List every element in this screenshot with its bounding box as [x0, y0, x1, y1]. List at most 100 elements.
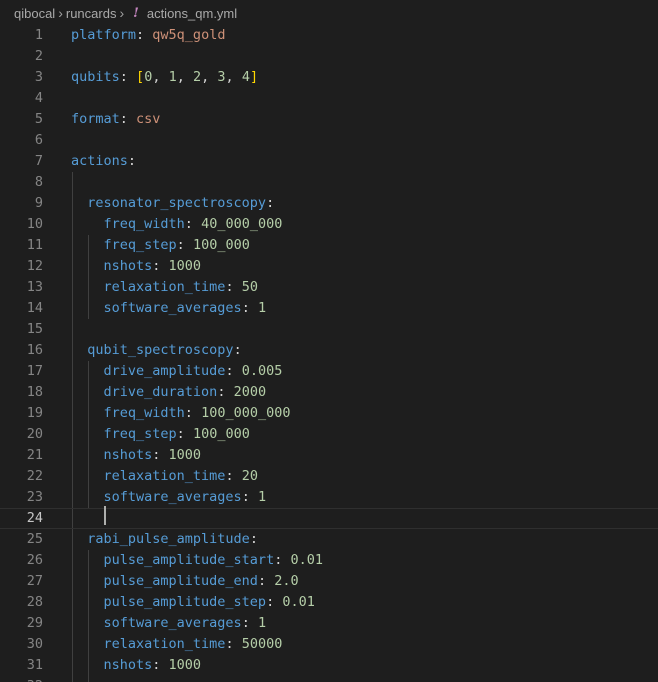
line-number: 10 [26, 216, 43, 232]
code-line[interactable]: 29 software_averages: 1 [0, 613, 658, 634]
code-token: : [225, 363, 242, 379]
code-token: 1 [257, 300, 267, 316]
code-line[interactable]: 6 [0, 130, 658, 151]
code-text: software_averages: 1 [71, 487, 267, 508]
code-token: : [176, 237, 193, 253]
line-number: 3 [34, 69, 43, 85]
code-token: : [127, 153, 137, 169]
line-number: 16 [26, 342, 43, 358]
code-token: freq_step [71, 237, 177, 253]
code-line[interactable]: 25 rabi_pulse_amplitude: [0, 529, 658, 550]
code-text: freq_step: 100_000 [71, 424, 250, 445]
code-token: 0.01 [282, 594, 315, 610]
code-line[interactable]: 12 nshots: 1000 [0, 256, 658, 277]
breadcrumb-item-runcards[interactable]: runcards [66, 6, 117, 21]
code-line[interactable]: 11 freq_step: 100_000 [0, 235, 658, 256]
code-token: : [266, 594, 283, 610]
code-token: relaxation_time [71, 279, 226, 295]
code-token: : [176, 426, 193, 442]
code-token: pulse_amplitude_end [71, 573, 258, 589]
breadcrumb-item-file[interactable]: actions_qm.yml [147, 6, 237, 21]
line-number: 18 [26, 384, 43, 400]
code-token: nshots [71, 447, 153, 463]
code-token: : [225, 636, 242, 652]
code-token: : [241, 300, 258, 316]
code-line[interactable]: 31 nshots: 1000 [0, 655, 658, 676]
line-number: 7 [34, 153, 43, 169]
code-line[interactable]: 17 drive_amplitude: 0.005 [0, 361, 658, 382]
code-text: freq_width: 100_000_000 [71, 403, 291, 424]
code-line[interactable]: 14 software_averages: 1 [0, 298, 658, 319]
code-token: nshots [71, 657, 153, 673]
line-number: 24 [26, 510, 43, 526]
line-number: 1 [34, 27, 43, 43]
code-line[interactable]: 4 [0, 88, 658, 109]
code-token: : [217, 384, 234, 400]
code-line[interactable]: 26 pulse_amplitude_start: 0.01 [0, 550, 658, 571]
code-line[interactable]: 21 nshots: 1000 [0, 445, 658, 466]
code-token: 1 [257, 615, 267, 631]
code-line[interactable]: 19 freq_width: 100_000_000 [0, 403, 658, 424]
code-token: : [274, 552, 291, 568]
code-token: 1000 [168, 258, 202, 274]
chevron-right-icon: › [58, 5, 63, 21]
code-token: 50000 [241, 636, 283, 652]
code-token: software_averages [71, 615, 242, 631]
code-token: 1000 [168, 447, 202, 463]
code-line[interactable]: 24 [0, 508, 658, 529]
code-line[interactable]: 16 qubit_spectroscopy: [0, 340, 658, 361]
code-line[interactable]: 23 software_averages: 1 [0, 487, 658, 508]
code-token: format [71, 111, 120, 127]
code-line[interactable]: 1 platform: qw5q_gold [0, 25, 658, 46]
code-text: drive_amplitude: 0.005 [71, 361, 283, 382]
code-token: rabi_pulse_amplitude [71, 531, 250, 547]
breadcrumb-item-qibocal[interactable]: qibocal [14, 6, 55, 21]
code-token: platform [71, 27, 137, 43]
code-line[interactable]: 28 pulse_amplitude_step: 0.01 [0, 592, 658, 613]
line-number: 11 [26, 237, 43, 253]
code-line[interactable]: 3 qubits: [0, 1, 2, 3, 4] [0, 67, 658, 88]
code-line[interactable]: 15 [0, 319, 658, 340]
code-line[interactable]: 5 format: csv [0, 109, 658, 130]
code-editor[interactable]: 1 platform: qw5q_gold 2 3 qubits: [0, 1, 2, … [0, 25, 658, 682]
code-token: 3 [217, 69, 226, 85]
line-number: 32 [0, 676, 43, 682]
code-text: relaxation_time: 50000 [71, 634, 283, 655]
code-token: , [201, 69, 218, 85]
code-token: qubit_spectroscopy [71, 342, 234, 358]
code-token: qubits [71, 69, 120, 85]
code-text: relaxation_time: 50 [71, 277, 258, 298]
code-token: : [225, 468, 242, 484]
code-token: : [136, 27, 153, 43]
code-line[interactable]: 27 pulse_amplitude_end: 2.0 [0, 571, 658, 592]
line-number: 28 [26, 594, 43, 610]
code-text: software_averages: 1 [71, 613, 267, 634]
code-token: relaxation_time [71, 468, 226, 484]
code-line[interactable]: 9 resonator_spectroscopy: [0, 193, 658, 214]
line-number: 4 [34, 90, 43, 106]
code-token: : [152, 657, 169, 673]
code-token: : [225, 279, 242, 295]
code-line[interactable]: 2 [0, 46, 658, 67]
code-token: : [241, 615, 258, 631]
code-token: freq_step [71, 426, 177, 442]
line-number: 2 [34, 48, 43, 64]
code-text: rabi_pulse_amplitude: [71, 529, 258, 550]
code-token: 100_000_000 [201, 405, 291, 421]
code-token: : [152, 447, 169, 463]
code-token: nshots [71, 258, 153, 274]
code-token: pulse_amplitude_step [71, 594, 267, 610]
code-line[interactable]: 10 freq_width: 40_000_000 [0, 214, 658, 235]
code-token: 0.005 [241, 363, 283, 379]
code-line[interactable]: 18 drive_duration: 2000 [0, 382, 658, 403]
line-number: 31 [26, 657, 43, 673]
code-token: drive_duration [71, 384, 218, 400]
code-line[interactable]: 13 relaxation_time: 50 [0, 277, 658, 298]
code-line[interactable]: 20 freq_step: 100_000 [0, 424, 658, 445]
code-line[interactable]: 30 relaxation_time: 50000 [0, 634, 658, 655]
code-line[interactable]: 8 [0, 172, 658, 193]
code-line[interactable]: 32 [0, 676, 658, 682]
code-line[interactable]: 22 relaxation_time: 20 [0, 466, 658, 487]
code-line[interactable]: 7 actions: [0, 151, 658, 172]
code-token: pulse_amplitude_start [71, 552, 275, 568]
